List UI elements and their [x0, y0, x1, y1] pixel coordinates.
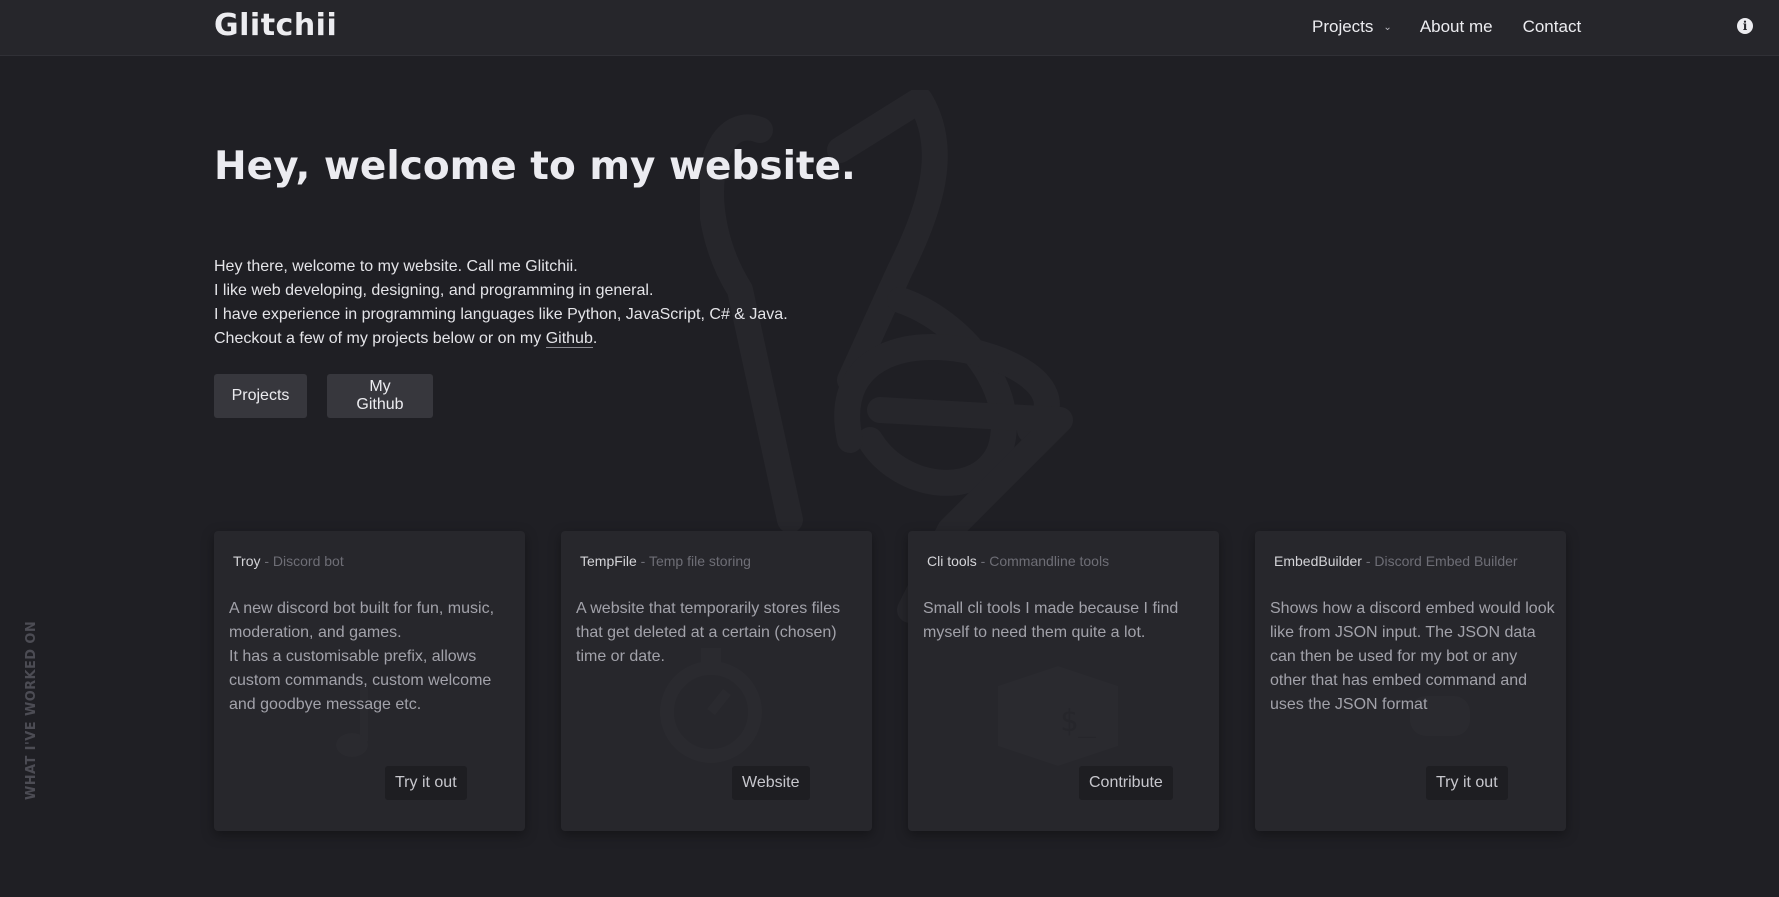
try-it-out-button[interactable]: Try it out — [1426, 766, 1508, 800]
card-header: Cli tools - Commandline tools — [927, 553, 1109, 569]
nav-projects-label: Projects — [1312, 17, 1374, 36]
card-description: A website that temporarily stores files … — [576, 597, 861, 669]
card-header: EmbedBuilder - Discord Embed Builder — [1274, 553, 1518, 569]
card-desc-line: Small cli tools I made because I find my… — [923, 600, 1179, 641]
github-link[interactable]: Github — [545, 330, 593, 348]
card-title: TempFile — [580, 553, 637, 569]
nav-contact-link[interactable]: Contact — [1523, 17, 1582, 37]
card-title: Troy — [233, 553, 261, 569]
card-header: TempFile - Temp file storing — [580, 553, 751, 569]
card-description: A new discord bot built for fun, music, … — [229, 597, 514, 717]
hero-title: Hey, welcome to my website. — [214, 144, 856, 189]
card-subtitle: - Temp file storing — [636, 553, 751, 569]
card-desc-line: Shows how a discord embed would look lik… — [1270, 600, 1555, 713]
chevron-down-icon: ⌄ — [1383, 21, 1392, 33]
try-it-out-button[interactable]: Try it out — [385, 766, 467, 800]
card-description: Shows how a discord embed would look lik… — [1270, 597, 1555, 717]
project-card-cli-tools: $_ Cli tools - Commandline tools Small c… — [908, 531, 1219, 831]
intro-text: Hey there, welcome to my website. Call m… — [214, 255, 788, 351]
github-button[interactable]: My Github — [327, 374, 433, 418]
intro-line: Hey there, welcome to my website. Call m… — [214, 258, 578, 275]
project-card-tempfile: TempFile - Temp file storing A website t… — [561, 531, 872, 831]
nav-about-link[interactable]: About me — [1420, 17, 1493, 37]
section-side-label: WHAT I'VE WORKED ON — [24, 620, 39, 800]
terminal-icon: $_ — [998, 666, 1118, 766]
card-description: Small cli tools I made because I find my… — [923, 597, 1208, 645]
brand-logo[interactable]: Glitchii — [214, 8, 337, 43]
checkout-prefix: Checkout a few of my projects below or o… — [214, 330, 546, 347]
card-desc-line: A website that temporarily stores files … — [576, 600, 841, 665]
intro-line-checkout: Checkout a few of my projects below or o… — [214, 327, 788, 351]
project-card-embedbuilder: EmbedBuilder - Discord Embed Builder Sho… — [1255, 531, 1566, 831]
card-subtitle: - Discord Embed Builder — [1361, 553, 1518, 569]
card-title: EmbedBuilder — [1274, 553, 1362, 569]
card-title: Cli tools — [927, 553, 977, 569]
card-header: Troy - Discord bot — [233, 553, 344, 569]
contribute-button[interactable]: Contribute — [1079, 766, 1173, 800]
website-button[interactable]: Website — [732, 766, 810, 800]
card-desc-line: A new discord bot built for fun, music, … — [229, 600, 495, 641]
project-card-troy: Troy - Discord bot A new discord bot bui… — [214, 531, 525, 831]
nav-projects-dropdown[interactable]: Projects ⌄ — [1312, 17, 1392, 37]
card-subtitle: - Commandline tools — [976, 553, 1110, 569]
checkout-suffix: . — [592, 330, 598, 347]
intro-line: I have experience in programming languag… — [214, 306, 788, 323]
projects-button[interactable]: Projects — [214, 374, 307, 418]
card-subtitle: - Discord bot — [260, 553, 344, 569]
card-desc-line: It has a customisable prefix, allows cus… — [229, 648, 492, 713]
info-icon[interactable]: i — [1737, 18, 1753, 34]
intro-line: I like web developing, designing, and pr… — [214, 282, 654, 299]
svg-text:$_: $_ — [1060, 704, 1097, 739]
navbar: Glitchii Projects ⌄ About me Contact i — [0, 0, 1779, 56]
nav-links: Projects ⌄ About me Contact — [1312, 17, 1581, 37]
